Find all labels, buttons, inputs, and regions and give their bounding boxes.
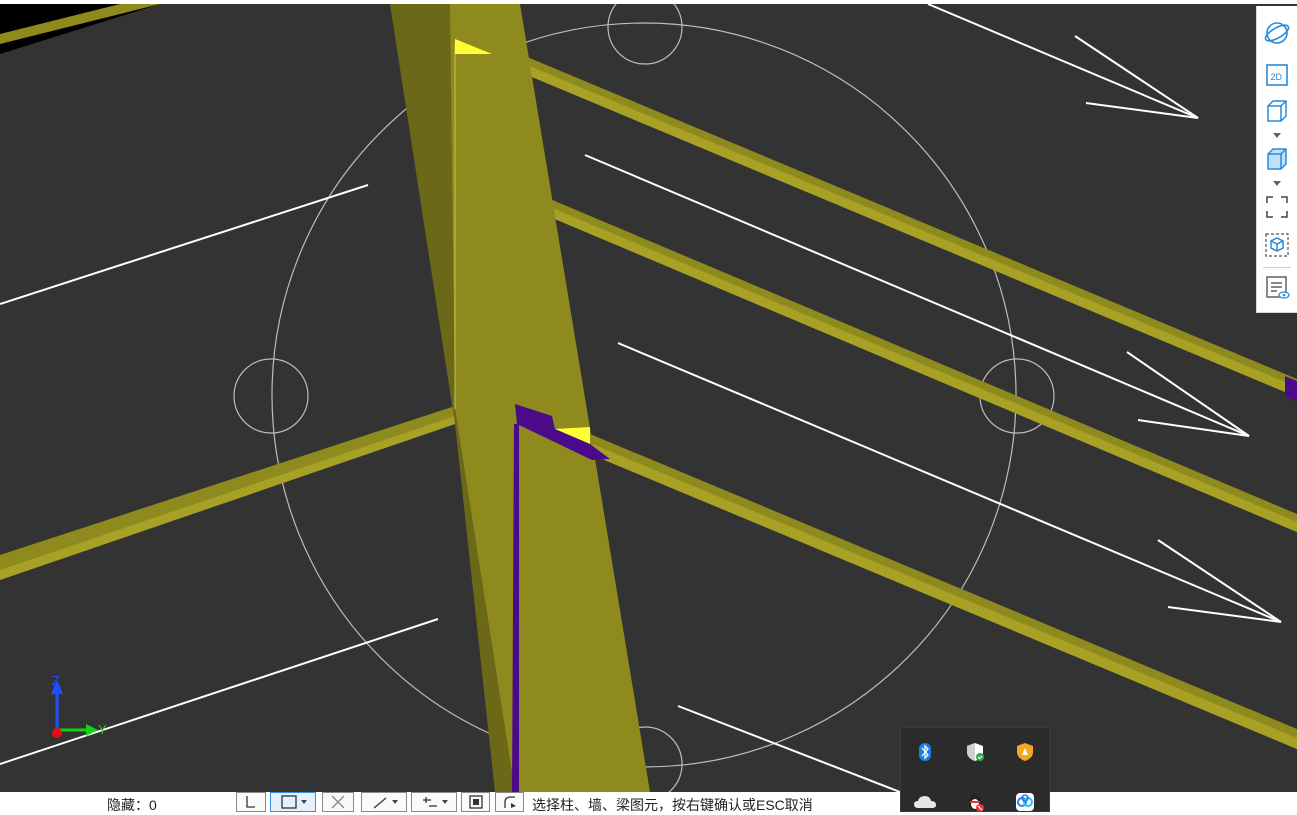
3d-box-view-icon: [1267, 100, 1287, 122]
orbit-button[interactable]: [1262, 18, 1292, 48]
arc-select-icon: [503, 796, 516, 808]
offset-line-icon: [422, 797, 437, 807]
command-prompt: 选择柱、墙、梁图元，按右键确认或ESC取消: [532, 797, 813, 813]
3d-box-filled-view-icon: [1267, 148, 1287, 170]
security-shield-icon[interactable]: [963, 740, 987, 764]
offset-line-button[interactable]: [411, 792, 457, 812]
baidu-netdisk-icon[interactable]: [1013, 790, 1037, 814]
cube-select-button[interactable]: [1262, 230, 1292, 260]
3d-box-filled-view-button[interactable]: [1262, 144, 1292, 174]
column-front-face[interactable]: [450, 4, 650, 792]
rect-select-button[interactable]: [270, 792, 316, 812]
orbit-handle-top[interactable]: [607, 4, 683, 65]
component-icon: [468, 795, 483, 809]
fit-view-icon: [1266, 196, 1288, 218]
3d-box-view-dropdown[interactable]: [1273, 133, 1281, 138]
orbit-handle-left[interactable]: [233, 358, 309, 434]
cross-select-icon: [331, 795, 345, 809]
3d-viewport[interactable]: Z Y: [0, 4, 1297, 792]
y-axis-label: Y: [98, 722, 107, 737]
2d-view-icon: 2D: [1266, 64, 1288, 86]
point-select-icon: [246, 796, 255, 808]
rect-select-dropdown[interactable]: [300, 800, 307, 804]
orbit-icon: [1264, 22, 1290, 44]
view-toolbar: 2D: [1256, 6, 1297, 313]
line-draw-dropdown[interactable]: [391, 800, 398, 804]
onedrive-cloud-icon[interactable]: [913, 790, 937, 814]
toolbar-separator: [1263, 267, 1291, 268]
line-draw-button[interactable]: [361, 792, 407, 812]
z-axis-label: Z: [52, 673, 60, 688]
hidden-count: 隐藏：0: [107, 797, 157, 813]
avast-shield-icon[interactable]: [1013, 740, 1037, 764]
orbit-guide-circle: [271, 22, 1017, 768]
cross-select-button[interactable]: [322, 792, 354, 812]
model-scene[interactable]: [0, 4, 1297, 792]
2d-view-label: 2D: [1271, 72, 1283, 82]
axis-gizmo: Z Y: [51, 673, 107, 738]
cube-select-icon: [1265, 233, 1289, 257]
axis-origin: [52, 728, 62, 738]
3d-box-view-button[interactable]: [1262, 96, 1292, 126]
offset-line-dropdown[interactable]: [441, 800, 448, 804]
3d-box-filled-view-dropdown[interactable]: [1273, 181, 1281, 186]
arc-select-button[interactable]: [495, 792, 524, 812]
2d-view-button[interactable]: 2D: [1262, 60, 1292, 90]
status-bar: 隐藏：0 选择柱、墙、梁图元，按右键确认或ESC取消: [0, 792, 1297, 813]
bluetooth-icon[interactable]: [913, 740, 937, 764]
rect-select-icon: [280, 795, 297, 809]
display-settings-button[interactable]: [1262, 272, 1292, 302]
display-settings-icon: [1266, 276, 1290, 299]
fit-view-button[interactable]: [1262, 192, 1292, 222]
qq-penguin-icon[interactable]: [963, 790, 987, 814]
system-tray-popup: [900, 727, 1050, 812]
point-select-button[interactable]: [236, 792, 266, 812]
component-button[interactable]: [461, 792, 490, 812]
line-draw-icon: [373, 797, 386, 809]
